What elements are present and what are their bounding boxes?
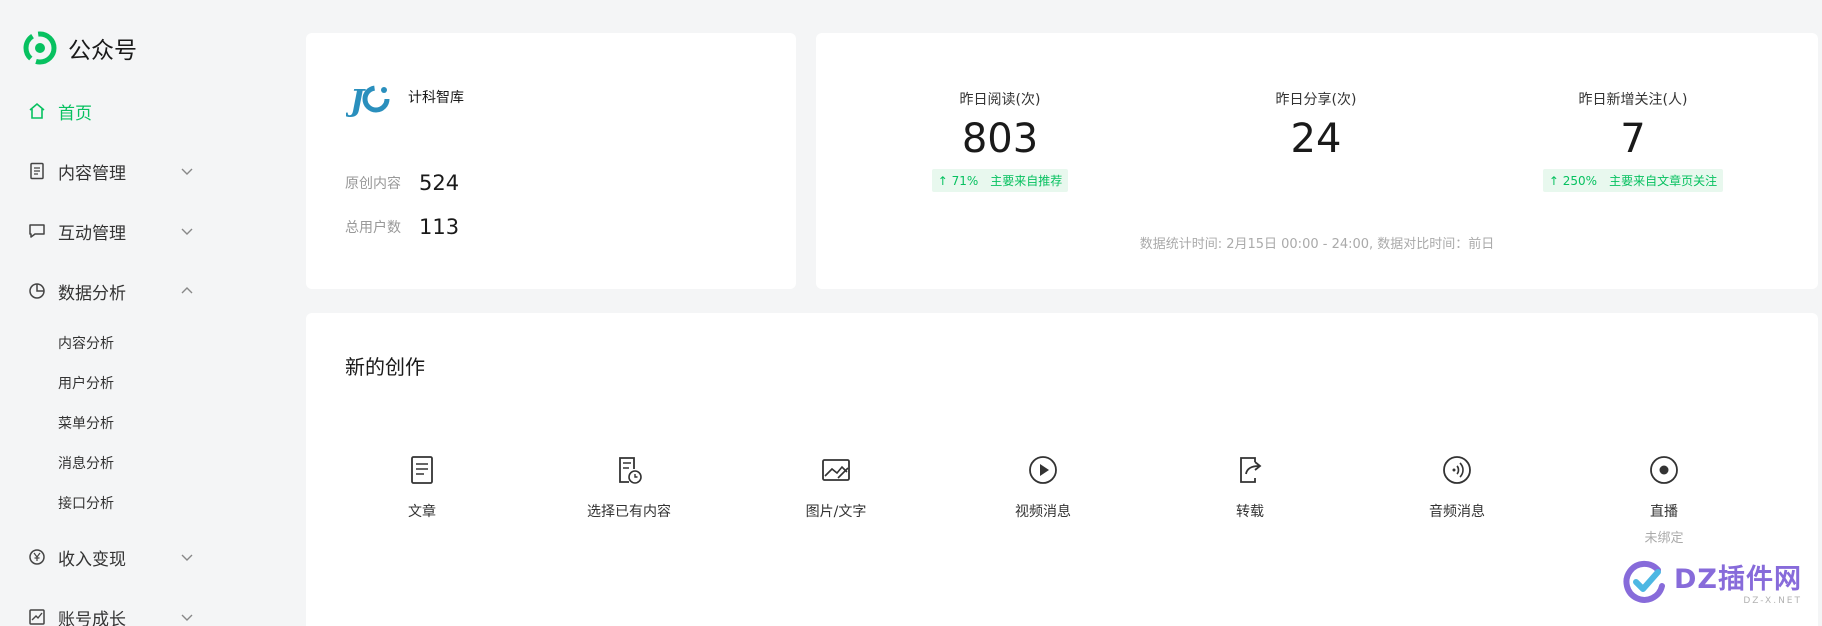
watermark-logo-icon (1623, 560, 1665, 603)
create-video-message-button[interactable]: 视频消息 (963, 453, 1123, 521)
total-users-label: 总用户数 (345, 220, 401, 236)
chevron-down-icon[interactable] (180, 610, 194, 624)
create-select-existing-button[interactable]: 选择已有内容 (549, 453, 709, 521)
account-avatar[interactable]: J (346, 75, 394, 123)
chat-icon (29, 224, 45, 238)
stat-label: 昨日阅读(次) (959, 92, 1041, 108)
chevron-down-icon[interactable] (180, 550, 194, 564)
article-icon (411, 456, 433, 484)
trend-percent: ↑ 71% (937, 174, 979, 188)
existing-content-icon (619, 457, 642, 484)
create-repost-button[interactable]: 转载 (1170, 453, 1330, 521)
sidebar-item-label: 数据分析 (58, 283, 126, 304)
trend-note: 主要来自文章页关注 (1609, 174, 1718, 188)
trend-badge: ↑ 250% 主要来自文章页关注 (1542, 169, 1724, 192)
create-label: 音频消息 (1429, 504, 1485, 520)
original-content-value: 524 (419, 171, 460, 195)
sidebar-item-interaction-management[interactable]: 互动管理 (28, 216, 126, 246)
stat-yesterday-new-followers: 昨日新增关注(人) 7 ↑ 250% 主要来自文章页关注 (1503, 89, 1763, 192)
account-card: J 计科智库 原创内容 524 总用户数 113 (306, 33, 796, 289)
wechat-official-logo-icon (23, 31, 57, 65)
chevron-up-icon[interactable] (180, 284, 194, 298)
sidebar-subitem-content-analysis[interactable]: 内容分析 (58, 333, 114, 355)
audio-icon (1443, 456, 1471, 484)
repost-icon (1240, 457, 1262, 483)
original-content-row: 原创内容 524 (345, 171, 459, 195)
new-creation-card: 新的创作 文章 选择已有内容 图片/文字 视频消息 转载 音频消息 直播 未绑定 (306, 313, 1818, 626)
stat-label: 昨日新增关注(人) (1578, 92, 1688, 108)
sidebar-item-monetization[interactable]: 收入变现 (28, 542, 126, 572)
stat-value: 24 (1290, 116, 1342, 162)
create-image-text-button[interactable]: 图片/文字 (756, 453, 916, 521)
sidebar-subitem-api-analysis[interactable]: 接口分析 (58, 493, 114, 515)
pie-chart-icon (29, 283, 45, 299)
image-icon (822, 459, 850, 481)
sidebar-item-label: 收入变现 (58, 549, 126, 570)
document-icon (30, 162, 44, 180)
section-title: 新的创作 (345, 355, 425, 379)
account-name: 计科智库 (408, 90, 464, 106)
live-status: 未绑定 (1644, 531, 1684, 546)
sidebar-subitem-user-analysis[interactable]: 用户分析 (58, 373, 114, 395)
watermark-sub: DZ-X.NET (1743, 595, 1802, 606)
watermark: DZ插件网 DZ-X.NET (1620, 556, 1802, 606)
yen-icon (29, 549, 45, 565)
live-icon (1650, 456, 1678, 484)
create-live-button[interactable]: 直播 未绑定 (1584, 453, 1744, 546)
stat-yesterday-reads: 昨日阅读(次) 803 ↑ 71% 主要来自推荐 (870, 89, 1130, 192)
watermark-main: DZ插件网 (1674, 563, 1802, 595)
brand[interactable]: 公众号 (22, 30, 137, 66)
sidebar-item-home[interactable]: 首页 (28, 96, 92, 126)
create-label: 选择已有内容 (587, 504, 671, 520)
create-label: 文章 (408, 504, 436, 520)
trend-percent: ↑ 250% (1548, 174, 1598, 188)
create-article-button[interactable]: 文章 (342, 453, 502, 521)
chevron-down-icon[interactable] (180, 164, 194, 178)
video-play-icon (1029, 456, 1057, 484)
stat-yesterday-shares: 昨日分享(次) 24 (1186, 89, 1446, 163)
trend-note: 主要来自推荐 (990, 174, 1063, 188)
brand-title: 公众号 (68, 38, 137, 64)
create-label: 直播 (1650, 504, 1678, 520)
chevron-down-icon[interactable] (180, 224, 194, 238)
stats-time-note: 数据统计时间: 2月15日 00:00 - 24:00, 数据对比时间：前日 (1139, 237, 1495, 252)
trend-badge: ↑ 71% 主要来自推荐 (931, 169, 1069, 192)
stat-value: 7 (1620, 116, 1646, 162)
stat-label: 昨日分享(次) (1275, 92, 1357, 108)
create-label: 转载 (1236, 504, 1264, 520)
sidebar-item-account-growth[interactable]: 账号成长 (28, 602, 126, 626)
stats-card: 昨日阅读(次) 803 ↑ 71% 主要来自推荐 昨日分享(次) 24 昨日新增关… (816, 33, 1818, 289)
home-icon (29, 102, 45, 119)
sidebar-subitem-menu-analysis[interactable]: 菜单分析 (58, 413, 114, 435)
stat-value: 803 (961, 116, 1039, 162)
total-users-value: 113 (419, 215, 460, 239)
original-content-label: 原创内容 (345, 176, 401, 192)
sidebar-subitem-message-analysis[interactable]: 消息分析 (58, 453, 114, 475)
sidebar-item-data-analysis[interactable]: 数据分析 (28, 276, 126, 306)
sidebar-item-label: 首页 (58, 103, 92, 124)
total-users-row: 总用户数 113 (345, 215, 459, 239)
trend-icon (29, 609, 45, 625)
watermark-text: DZ插件网 DZ-X.NET (1674, 557, 1802, 606)
sidebar: 公众号 首页 内容管理 互动管理 数据分析 内容分析 用户分析 菜单分析 消息分… (0, 0, 290, 626)
sidebar-item-label: 互动管理 (58, 223, 126, 244)
sidebar-item-label: 内容管理 (58, 163, 126, 184)
create-label: 视频消息 (1015, 504, 1071, 520)
sidebar-item-content-management[interactable]: 内容管理 (28, 156, 126, 186)
create-audio-message-button[interactable]: 音频消息 (1377, 453, 1537, 521)
create-label: 图片/文字 (805, 504, 867, 520)
sidebar-item-label: 账号成长 (58, 609, 126, 626)
